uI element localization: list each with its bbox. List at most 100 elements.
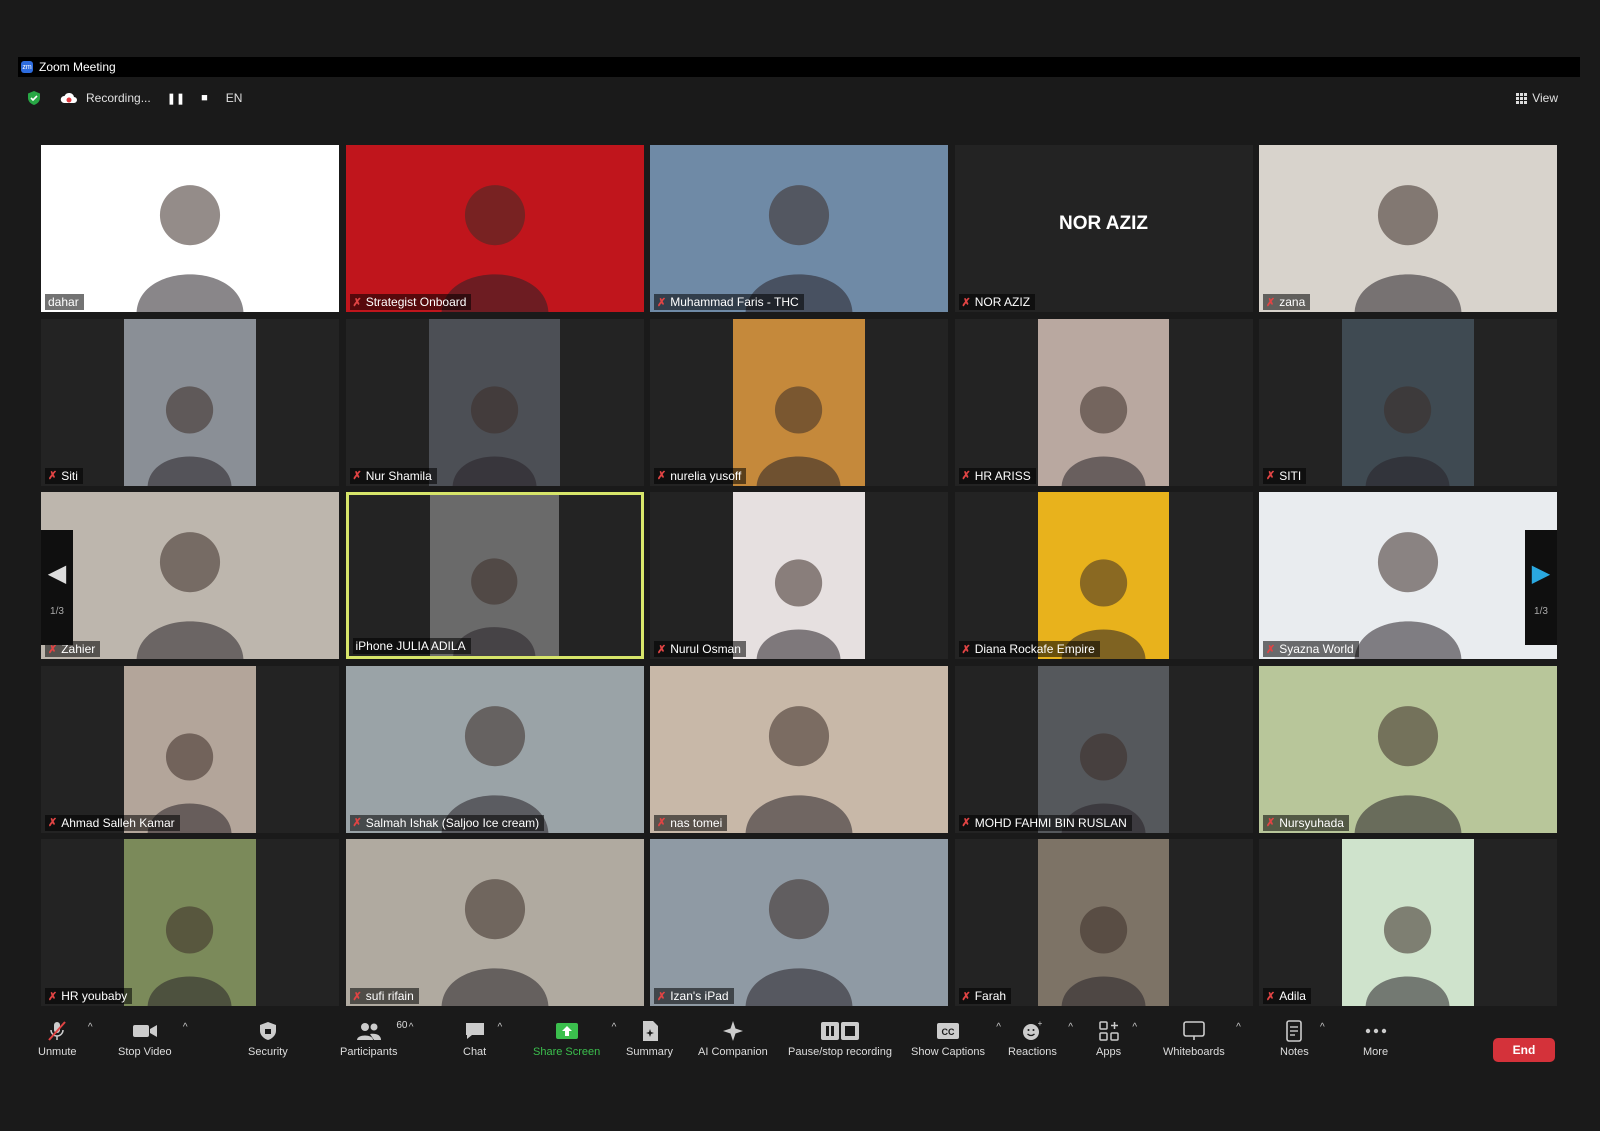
reactions-caret-icon[interactable]: ^ xyxy=(1068,1022,1073,1033)
participant-tile[interactable]: ✗ zana xyxy=(1259,145,1557,312)
participant-tile[interactable]: iPhone JULIA ADILA xyxy=(345,492,644,659)
participants-button[interactable]: 60 Participants ^ xyxy=(340,1020,413,1058)
mic-muted-icon: ✗ xyxy=(657,990,667,1003)
stop-video-button[interactable]: Stop Video ^ xyxy=(118,1020,188,1058)
participant-video xyxy=(650,839,948,1006)
participant-count: 60 xyxy=(396,1020,408,1031)
participant-name-label: ✗ HR youbaby xyxy=(45,988,133,1004)
participant-tile[interactable]: ✗ Zahier xyxy=(41,492,339,659)
participant-tile[interactable]: ✗ HR ARISS xyxy=(954,318,1253,486)
unmute-button[interactable]: Unmute ^ xyxy=(38,1020,93,1058)
participant-tile[interactable]: ✗ Siti xyxy=(41,318,339,486)
pause-recording-icon[interactable]: ❚❚ xyxy=(167,92,185,105)
participant-tile[interactable]: ✗ Nur Shamila xyxy=(345,318,644,486)
participant-tile[interactable]: ✗ Diana Rockafe Empire xyxy=(954,492,1253,659)
participant-video xyxy=(733,318,865,486)
participant-video xyxy=(733,492,865,659)
participant-name-label: ✗ Nurul Osman xyxy=(654,641,746,657)
end-meeting-button[interactable]: End xyxy=(1493,1038,1555,1062)
participant-tile[interactable]: ✗ Nursyuhada xyxy=(1259,665,1557,833)
previous-page-button[interactable]: ◀ 1/3 xyxy=(41,530,73,645)
captions-caret-icon[interactable]: ^ xyxy=(996,1022,1001,1033)
stop-recording-icon[interactable]: ■ xyxy=(201,92,208,104)
person-silhouette-icon xyxy=(441,185,548,312)
meeting-status-bar: Recording... ❚❚ ■ EN View xyxy=(18,86,1580,110)
person-silhouette-icon xyxy=(745,879,853,1006)
pause-stop-recording-button[interactable]: Pause/stop recording xyxy=(788,1020,892,1058)
participant-name: Izan's iPad xyxy=(670,989,729,1003)
participants-caret-icon[interactable]: ^ xyxy=(409,1022,414,1033)
mic-muted-icon: ✗ xyxy=(961,470,971,482)
participant-video xyxy=(428,318,561,486)
participant-tile[interactable]: dahar xyxy=(41,145,339,312)
participant-video xyxy=(650,145,948,312)
participant-tile[interactable]: ✗ Ahmad Salleh Kamar xyxy=(41,665,339,833)
whiteboards-button[interactable]: Whiteboards ^ xyxy=(1163,1020,1241,1058)
participant-tile[interactable]: ✗ nurelia yusoff xyxy=(650,318,948,486)
participant-name-label: ✗ Siti xyxy=(45,467,83,484)
video-camera-icon xyxy=(132,1020,158,1042)
participant-tile[interactable]: ✗ sufi rifain xyxy=(345,839,644,1006)
security-button[interactable]: Security xyxy=(248,1020,288,1058)
meeting-toolbar: Unmute ^ Stop Video ^ Security 60 Partic… xyxy=(18,1020,1580,1070)
participant-name-label: ✗ Ahmad Salleh Kamar xyxy=(45,814,180,831)
participant-tile[interactable]: ✗ Nurul Osman xyxy=(650,492,948,659)
participant-tile[interactable]: ✗ Farah xyxy=(954,839,1253,1006)
participant-video xyxy=(124,318,256,486)
participant-video xyxy=(41,145,339,312)
participant-tile[interactable]: NOR AZIZ ✗ NOR AZIZ xyxy=(954,145,1253,312)
language-interpretation-button[interactable]: EN xyxy=(226,91,243,105)
share-caret-icon[interactable]: ^ xyxy=(612,1022,617,1033)
participant-video xyxy=(1259,145,1557,312)
more-button[interactable]: More xyxy=(1363,1020,1388,1058)
mic-muted-icon: ✗ xyxy=(961,817,971,829)
participant-name: Adila xyxy=(1279,989,1306,1003)
participant-tile[interactable]: ✗ Izan's iPad xyxy=(650,839,948,1006)
participant-video xyxy=(124,839,256,1006)
participant-tile[interactable]: ✗ Muhammad Faris - THC xyxy=(650,145,948,312)
participant-name: nas tomei xyxy=(670,815,723,830)
ai-companion-button[interactable]: AI Companion xyxy=(698,1020,768,1058)
video-options-caret-icon[interactable]: ^ xyxy=(183,1022,188,1033)
arrow-left-icon: ◀ xyxy=(47,559,67,587)
show-captions-button[interactable]: CC Show Captions ^ xyxy=(911,1020,1001,1058)
participant-tile[interactable]: ✗ Adila xyxy=(1259,839,1557,1006)
participant-tile[interactable]: ✗ Salmah Ishak (Saljoo Ice cream) xyxy=(345,665,644,833)
sparkle-icon xyxy=(722,1020,744,1042)
share-screen-button[interactable]: Share Screen ^ xyxy=(533,1020,616,1058)
participant-tile[interactable]: ✗ Syazna World xyxy=(1259,492,1557,659)
participant-name-label: ✗ Strategist Onboard xyxy=(349,294,472,310)
next-page-button[interactable]: ▶ 1/3 xyxy=(1525,530,1557,645)
mic-muted-icon: ✗ xyxy=(352,470,362,482)
more-dots-icon xyxy=(1365,1020,1387,1042)
reactions-button[interactable]: + Reactions ^ xyxy=(1008,1020,1073,1058)
encryption-shield-icon[interactable] xyxy=(26,90,42,106)
apps-button[interactable]: Apps ^ xyxy=(1096,1020,1137,1058)
audio-options-caret-icon[interactable]: ^ xyxy=(88,1022,93,1033)
notes-icon xyxy=(1285,1020,1303,1042)
participant-name: Diana Rockafe Empire xyxy=(974,642,1095,656)
chat-button[interactable]: Chat ^ xyxy=(463,1020,502,1058)
participant-video xyxy=(1259,492,1557,659)
participant-tile[interactable]: ✗ SITI xyxy=(1259,318,1557,486)
notes-caret-icon[interactable]: ^ xyxy=(1320,1022,1325,1033)
mic-muted-icon: ✗ xyxy=(48,817,58,829)
chat-caret-icon[interactable]: ^ xyxy=(498,1022,503,1033)
participant-tile[interactable]: ✗ HR youbaby xyxy=(41,839,339,1006)
view-button[interactable]: View xyxy=(1516,91,1558,105)
participant-tile[interactable]: ✗ nas tomei xyxy=(650,665,948,833)
participant-name: Nurul Osman xyxy=(670,642,741,656)
notes-button[interactable]: Notes ^ xyxy=(1280,1020,1325,1058)
summary-button[interactable]: Summary xyxy=(626,1020,673,1058)
whiteboards-caret-icon[interactable]: ^ xyxy=(1236,1022,1241,1033)
participant-video xyxy=(345,839,644,1006)
participant-name-label: ✗ Syazna World xyxy=(1263,641,1359,657)
participant-name-label: ✗ Farah xyxy=(958,988,1012,1004)
participant-name-label: ✗ NOR AZIZ xyxy=(958,294,1036,310)
participant-tile[interactable]: ✗ MOHD FAHMI BIN RUSLAN xyxy=(954,665,1253,833)
participant-tile[interactable]: ✗ Strategist Onboard xyxy=(345,145,644,312)
summary-document-icon xyxy=(641,1020,659,1042)
apps-caret-icon[interactable]: ^ xyxy=(1132,1022,1137,1033)
participant-name: NOR AZIZ xyxy=(974,295,1031,309)
person-silhouette-icon xyxy=(148,385,232,486)
